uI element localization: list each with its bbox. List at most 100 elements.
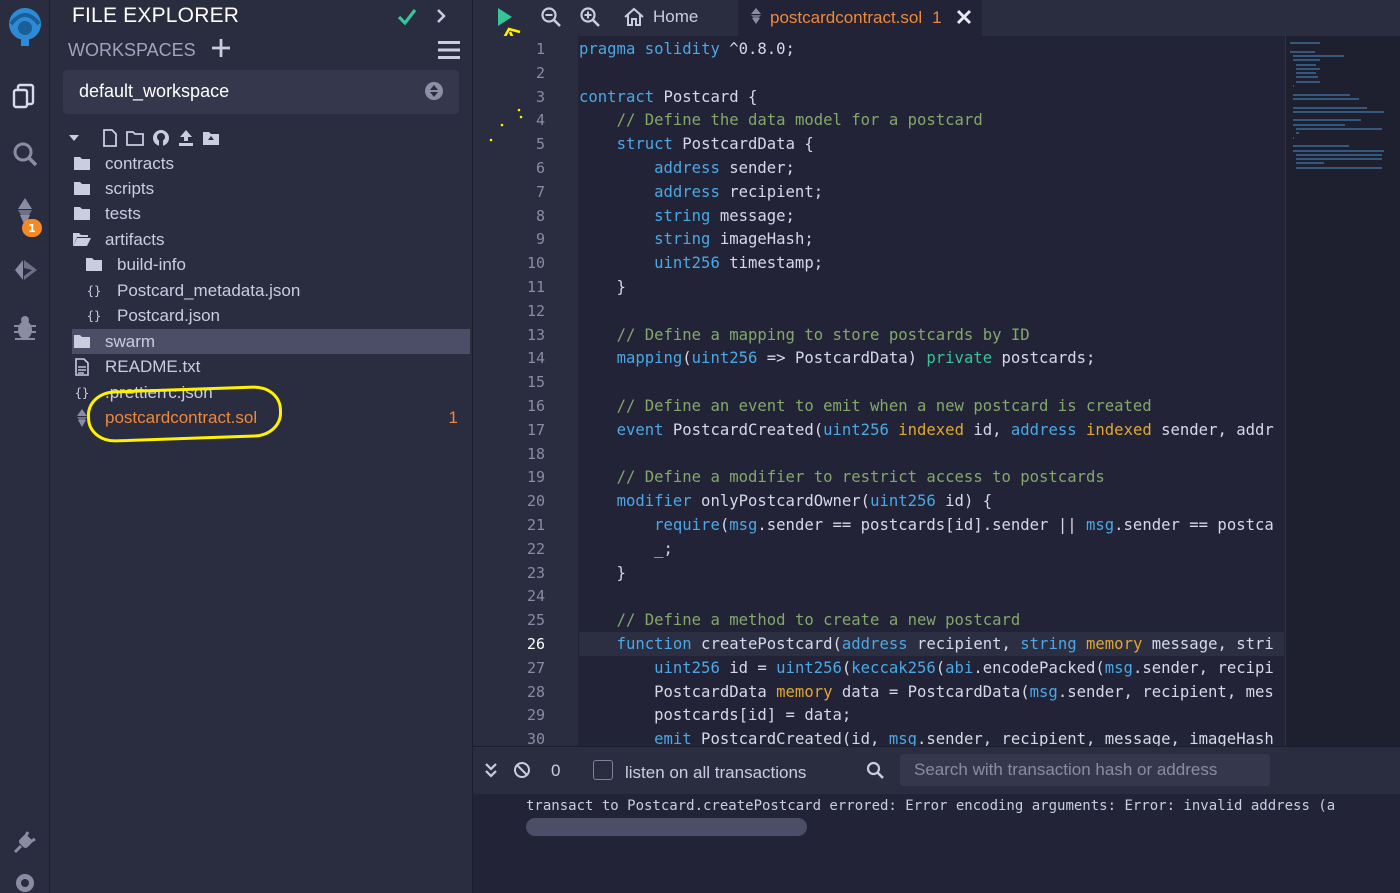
upload-folder-icon[interactable] — [202, 130, 220, 146]
terminal-toolbar: 0 listen on all transactions — [473, 746, 1400, 794]
tree-item-swarm[interactable]: swarm — [72, 329, 470, 354]
line-number: 11 — [526, 278, 545, 296]
minimap-line — [1293, 54, 1344, 57]
minimap-line — [1296, 166, 1383, 169]
yellow-dots-annotation — [489, 108, 523, 142]
line-number: 27 — [526, 658, 545, 677]
line-number: 15 — [526, 373, 545, 392]
listen-all-label: listen on all transactions — [625, 763, 807, 782]
code-line: // Define the data model for a postcard — [616, 111, 983, 130]
code-line: contract Postcard { — [579, 87, 758, 106]
tree-item-postcard-json[interactable]: {} Postcard.json — [84, 303, 470, 328]
folder-icon — [72, 179, 92, 199]
tree-item-postcard-metadata-json[interactable]: {} Postcard_metadata.json — [84, 278, 470, 303]
code-line: } — [579, 563, 626, 582]
listen-all-checkbox[interactable] — [593, 760, 613, 780]
deploy-run-icon[interactable] — [0, 250, 50, 290]
terminal-horizontal-scrollbar[interactable] — [526, 818, 807, 836]
search-icon — [866, 761, 884, 783]
json-file-icon: {} — [74, 385, 90, 400]
code-line: uint256 id = uint256(keccak256(abi.encod… — [654, 658, 1274, 677]
close-icon[interactable] — [954, 7, 974, 27]
file-explorer-icon[interactable] — [0, 76, 50, 116]
editor-tab-bar: Home postcardcontract.sol 1 — [473, 0, 1400, 36]
line-number: 6 — [535, 159, 545, 177]
settings-icon[interactable] — [0, 872, 50, 893]
select-arrows-icon — [425, 82, 443, 100]
minimap-line — [1296, 72, 1316, 75]
solidity-file-icon — [750, 7, 762, 30]
code-line: address recipient; — [654, 182, 824, 201]
terminal-output: transact to Postcard.createPostcard erro… — [473, 794, 1400, 893]
pending-tx-count: 0 — [551, 761, 561, 780]
clear-console-icon[interactable] — [513, 761, 531, 783]
minimap-line — [1293, 110, 1385, 113]
code-line: function createPostcard(address recipien… — [579, 632, 1284, 656]
code-line: // Define an event to emit when a new po… — [616, 397, 1152, 415]
icon-rail: 1 — [0, 0, 50, 893]
hamburger-menu-icon[interactable] — [436, 38, 462, 62]
minimap-line — [1296, 162, 1324, 165]
add-workspace-icon[interactable] — [210, 36, 232, 60]
collapse-caret-icon[interactable] — [68, 132, 80, 144]
line-number: 30 — [526, 730, 545, 746]
tree-item-scripts[interactable]: scripts — [72, 176, 470, 201]
debugger-icon[interactable] — [0, 308, 50, 348]
tree-item-contracts[interactable]: contracts — [72, 151, 470, 176]
tree-item-artifacts[interactable]: artifacts — [72, 227, 470, 252]
search-icon[interactable] — [0, 134, 50, 174]
line-number: 18 — [526, 444, 545, 463]
panel-title: FILE EXPLORER — [72, 4, 240, 27]
tree-item-readme[interactable]: README.txt — [72, 354, 470, 379]
minimap-line — [1293, 123, 1346, 126]
new-folder-icon[interactable] — [126, 130, 144, 146]
upload-icon[interactable] — [178, 129, 194, 147]
tab-file-problem-count: 1 — [932, 8, 942, 27]
github-icon[interactable] — [152, 129, 170, 147]
remix-logo-icon[interactable] — [0, 2, 50, 50]
zoom-in-icon[interactable] — [577, 4, 603, 30]
tree-item-label: contracts — [105, 153, 174, 173]
minimap-line — [1293, 119, 1361, 122]
json-file-icon: {} — [86, 283, 102, 298]
run-play-icon[interactable] — [491, 4, 517, 30]
tree-item-label: Postcard_metadata.json — [117, 280, 301, 300]
minimap[interactable] — [1285, 36, 1400, 746]
tree-item-label: artifacts — [105, 229, 165, 249]
code-line: require(msg.sender == postcards[id].send… — [654, 516, 1274, 534]
tree-toolbar — [68, 128, 220, 148]
code-area[interactable]: pragma solidity ^0.8.0; contract Postcard… — [579, 36, 1284, 746]
workspace-select[interactable]: default_workspace — [63, 70, 459, 114]
compiler-warning-badge: 1 — [22, 219, 42, 237]
new-file-icon[interactable] — [102, 129, 118, 147]
line-number: 14 — [526, 349, 545, 368]
minimap-line — [1293, 59, 1321, 62]
line-number: 17 — [526, 420, 545, 439]
transaction-search-input[interactable] — [900, 754, 1270, 786]
plugin-manager-icon[interactable] — [0, 822, 50, 862]
line-number: 13 — [526, 325, 545, 344]
line-number: 3 — [535, 87, 545, 106]
line-number: 9 — [535, 230, 545, 249]
code-line: struct PostcardData { — [616, 135, 814, 154]
tree-item-tests[interactable]: tests — [72, 201, 470, 226]
collapse-terminal-icon[interactable] — [483, 761, 499, 783]
tree-item-build-info[interactable]: build-info — [84, 252, 470, 277]
line-number: 21 — [526, 516, 545, 534]
chevron-right-icon[interactable] — [433, 6, 449, 26]
code-line: uint256 timestamp; — [654, 254, 824, 273]
line-number: 20 — [526, 492, 545, 511]
minimap-line — [1296, 153, 1383, 156]
tab-postcardcontract-sol[interactable]: postcardcontract.sol 1 — [738, 0, 982, 36]
line-number: 7 — [535, 182, 545, 201]
code-line: _; — [579, 539, 673, 558]
minimap-line — [1296, 128, 1383, 130]
line-number: 19 — [526, 468, 545, 487]
minimap-line — [1290, 50, 1315, 53]
tab-home[interactable]: Home — [623, 0, 698, 34]
zoom-out-icon[interactable] — [538, 4, 564, 30]
code-editor[interactable]: 1 2 3 4 5 6 7 8 9 10 11 12 13 14 15 16 17 18 19 20 21 22 23 24 2… — [473, 36, 1400, 746]
minimap-line — [1296, 76, 1319, 79]
code-line: PostcardData memory data = PostcardData(… — [579, 682, 1274, 701]
tree-item-label: Postcard.json — [117, 305, 220, 325]
